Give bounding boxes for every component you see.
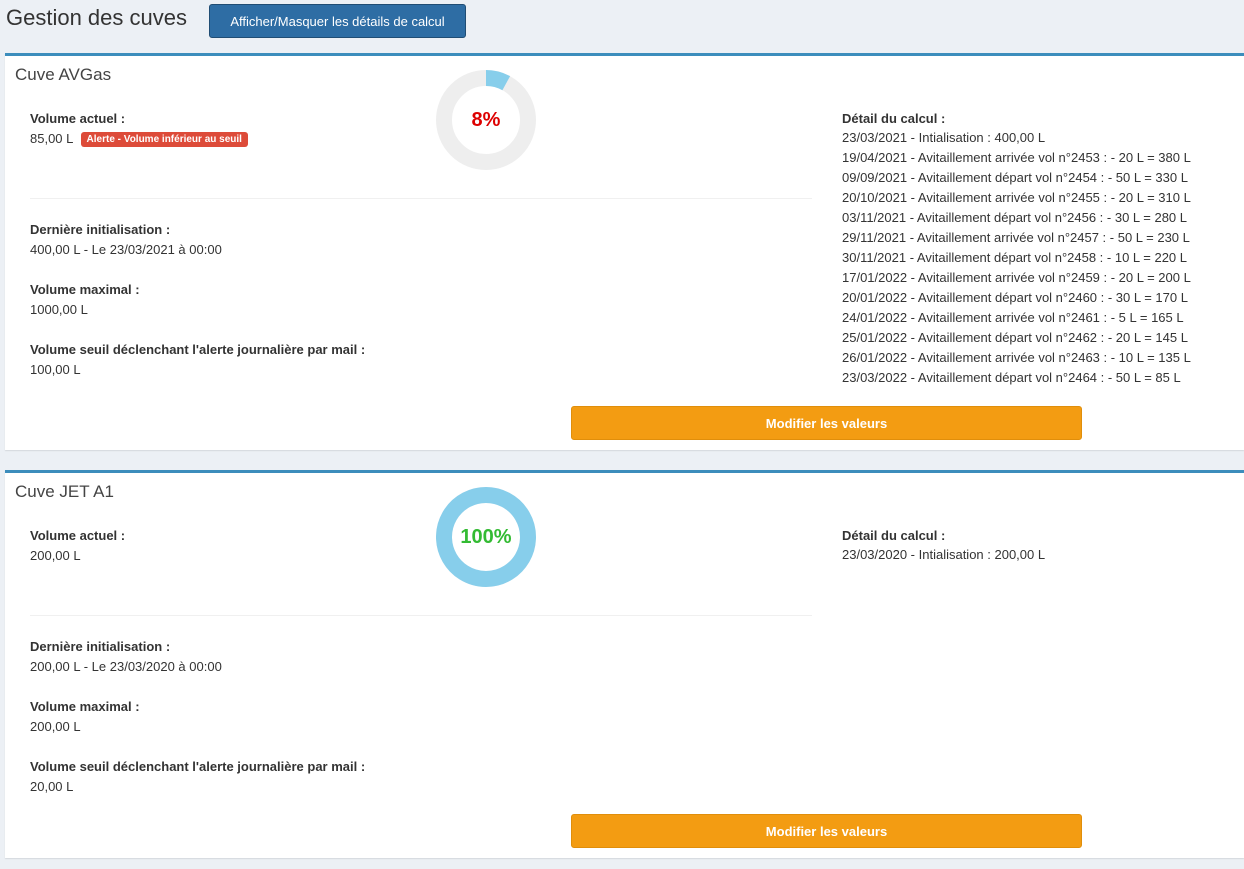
max-volume-value: 1000,00 L <box>30 302 88 317</box>
current-volume-text: 85,00 L <box>30 131 73 146</box>
detail-line: 23/03/2021 - Intialisation : 400,00 L <box>842 130 1046 145</box>
current-volume-value: 85,00 L Alerte - Volume inférieur au seu… <box>30 131 248 147</box>
threshold-value: 20,00 L <box>30 779 74 794</box>
divider <box>30 615 812 616</box>
modify-values-button[interactable]: Modifier les valeurs <box>571 406 1082 440</box>
detail-line: 24/01/2022 - Avitaillement arrivée vol n… <box>842 310 1184 325</box>
detail-line: 20/01/2022 - Avitaillement départ vol n°… <box>842 290 1188 305</box>
tank-title: Cuve JET A1 <box>15 482 114 501</box>
detail-label: Détail du calcul : <box>842 111 946 126</box>
divider <box>30 198 812 199</box>
current-volume-label: Volume actuel : <box>30 528 126 543</box>
threshold-label: Volume seuil déclenchant l'alerte journa… <box>30 342 366 357</box>
detail-label: Détail du calcul : <box>842 528 946 543</box>
page-header: Gestion des cuves Afficher/Masquer les d… <box>0 0 1244 52</box>
toggle-details-button[interactable]: Afficher/Masquer les détails de calcul <box>209 4 466 38</box>
detail-list: 23/03/2021 - Intialisation : 400,00 L 19/… <box>842 128 1191 388</box>
threshold-value: 100,00 L <box>30 362 81 377</box>
tank-title: Cuve AVGas <box>15 65 112 84</box>
detail-line: 23/03/2022 - Avitaillement départ vol n°… <box>842 370 1181 385</box>
detail-line: 17/01/2022 - Avitaillement arrivée vol n… <box>842 270 1191 285</box>
alert-badge: Alerte - Volume inférieur au seuil <box>80 132 248 147</box>
tank-box-avgas: Cuve AVGas Volume actuel : 85,00 L Alert… <box>5 53 1244 450</box>
max-volume-label: Volume maximal : <box>30 699 140 714</box>
max-volume-value: 200,00 L <box>30 719 81 734</box>
volume-donut: 8% <box>436 70 536 170</box>
donut-percent-label: 100% <box>460 526 512 548</box>
last-init-label: Dernière initialisation : <box>30 222 171 237</box>
detail-line: 20/10/2021 - Avitaillement arrivée vol n… <box>842 190 1191 205</box>
last-init-value: 200,00 L - Le 23/03/2020 à 00:00 <box>30 659 222 674</box>
max-volume-label: Volume maximal : <box>30 282 140 297</box>
last-init-label: Dernière initialisation : <box>30 639 171 654</box>
page-title: Gestion des cuves <box>6 5 187 30</box>
detail-line: 19/04/2021 - Avitaillement arrivée vol n… <box>842 150 1191 165</box>
detail-line: 26/01/2022 - Avitaillement arrivée vol n… <box>842 350 1191 365</box>
last-init-value: 400,00 L - Le 23/03/2021 à 00:00 <box>30 242 222 257</box>
detail-line: 23/03/2020 - Intialisation : 200,00 L <box>842 547 1046 562</box>
detail-line: 25/01/2022 - Avitaillement départ vol n°… <box>842 330 1188 345</box>
modify-values-button[interactable]: Modifier les valeurs <box>571 814 1082 848</box>
current-volume-value: 200,00 L <box>30 548 81 563</box>
threshold-label: Volume seuil déclenchant l'alerte journa… <box>30 759 366 774</box>
detail-line: 30/11/2021 - Avitaillement départ vol n°… <box>842 250 1188 265</box>
detail-line: 03/11/2021 - Avitaillement départ vol n°… <box>842 210 1188 225</box>
tank-box-jet-a1: Cuve JET A1 Volume actuel : 200,00 L 100… <box>5 470 1244 858</box>
detail-list: 23/03/2020 - Intialisation : 200,00 L <box>842 545 1045 565</box>
current-volume-label: Volume actuel : <box>30 111 126 126</box>
detail-line: 09/09/2021 - Avitaillement départ vol n°… <box>842 170 1188 185</box>
detail-line: 29/11/2021 - Avitaillement arrivée vol n… <box>842 230 1190 245</box>
donut-percent-label: 8% <box>471 109 501 131</box>
volume-donut: 100% <box>436 487 536 587</box>
